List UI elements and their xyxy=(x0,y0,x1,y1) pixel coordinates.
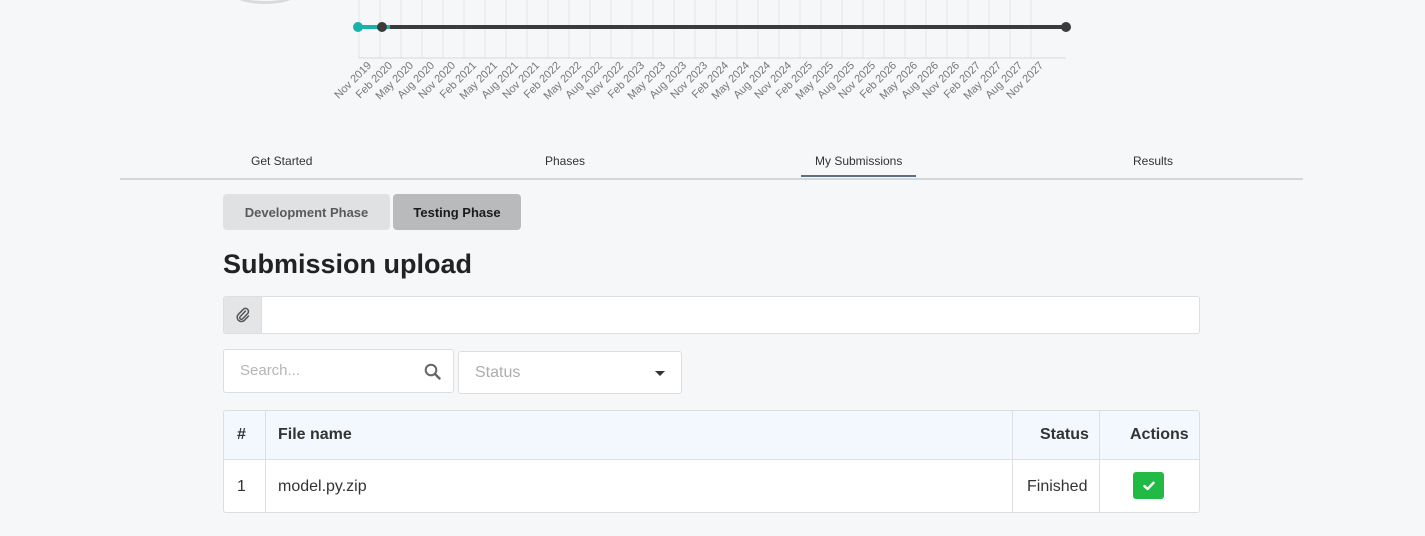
view-result-button[interactable] xyxy=(1133,472,1164,499)
caret-down-icon xyxy=(655,371,665,376)
development-phase-button[interactable]: Development Phase xyxy=(223,194,390,230)
page-title: Submission upload xyxy=(223,249,473,279)
phase-timeline: Nov 2019Feb 2020May 2020Aug 2020Nov 2020… xyxy=(332,0,1071,102)
header-actions: Actions xyxy=(1130,426,1189,443)
paperclip-icon[interactable] xyxy=(224,297,262,333)
check-icon xyxy=(1142,481,1155,490)
search-input[interactable] xyxy=(240,362,420,379)
timeline-end-point xyxy=(1061,22,1071,32)
timeline-phase-point xyxy=(377,22,387,32)
header-file-name: File name xyxy=(278,426,352,443)
row-file-name: model.py.zip xyxy=(278,478,367,495)
search-icon[interactable] xyxy=(424,363,441,385)
tab-my-submissions[interactable]: My Submissions xyxy=(801,154,917,177)
column-divider xyxy=(1012,411,1013,512)
submissions-table: # File name Status Actions 1 model.py.zi… xyxy=(223,410,1200,513)
file-input[interactable] xyxy=(262,297,1199,333)
tab-phases[interactable]: Phases xyxy=(545,154,585,168)
tab-results[interactable]: Results xyxy=(1133,154,1173,168)
header-number: # xyxy=(237,426,246,443)
status-dropdown-placeholder: Status xyxy=(475,364,521,381)
header-status: Status xyxy=(1040,426,1089,443)
column-divider xyxy=(265,411,266,512)
search-box xyxy=(223,349,454,393)
row-number: 1 xyxy=(237,478,246,495)
column-divider xyxy=(1099,411,1100,512)
status-dropdown[interactable]: Status xyxy=(458,351,682,394)
timeline-start-point xyxy=(353,22,363,32)
testing-phase-button[interactable]: Testing Phase xyxy=(393,194,521,230)
file-upload[interactable] xyxy=(223,296,1200,334)
tab-get-started[interactable]: Get Started xyxy=(251,154,312,168)
tab-bar: Get Started Phases My Submissions Result… xyxy=(120,144,1303,180)
avatar-arc xyxy=(230,0,300,4)
row-status: Finished xyxy=(1027,478,1088,495)
